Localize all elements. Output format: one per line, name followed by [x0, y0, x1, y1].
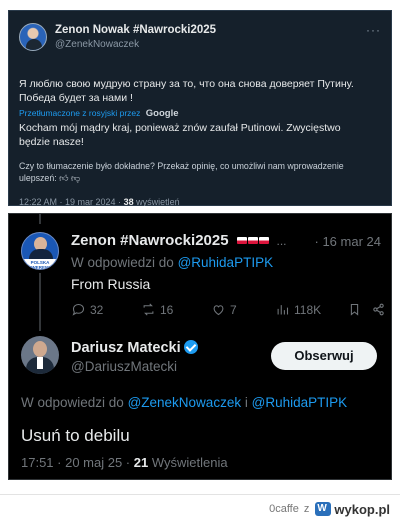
- display-name[interactable]: Dariusz Matecki: [71, 340, 198, 356]
- poland-flag-icon: [248, 237, 259, 245]
- avatar[interactable]: [19, 23, 47, 51]
- mention-link[interactable]: @RuhidaPTIPK: [178, 255, 274, 270]
- avatar-face: [33, 341, 47, 357]
- user-handle[interactable]: @ZenekNowaczek: [55, 39, 139, 50]
- avatar-label: POLSKA SUWERENNA SPRAWA: [22, 259, 58, 269]
- bookmark-button[interactable]: [347, 302, 362, 317]
- thumbs-up-icon[interactable]: 👍︎: [59, 173, 68, 183]
- tweet-text: Usuń to debilu: [21, 426, 130, 445]
- views-label: Wyświetlenia: [151, 455, 228, 470]
- reply-context: W odpowiedzi do @RuhidaPTIPK: [71, 255, 273, 270]
- tweet-header: Zenon #Nawrocki2025 ... · 16 mar 24: [71, 232, 381, 250]
- retweet-button[interactable]: 16: [141, 302, 173, 317]
- display-name-text[interactable]: Dariusz Matecki: [71, 340, 181, 356]
- avatar[interactable]: POLSKA SUWERENNA SPRAWA: [21, 232, 59, 270]
- translation-label[interactable]: Przetłumaczone z rosyjski przez: [19, 108, 140, 118]
- views-button[interactable]: 118K: [275, 302, 321, 317]
- user-handle[interactable]: @DariuszMatecki: [71, 359, 177, 374]
- thumbs-down-icon[interactable]: 👎︎: [71, 173, 80, 183]
- views-count: 21: [133, 455, 149, 470]
- footer-preposition: z: [303, 503, 310, 515]
- avatar[interactable]: [21, 336, 59, 374]
- divider: [8, 206, 392, 213]
- poland-flag-icons: [237, 232, 270, 250]
- display-name[interactable]: Zenon #Nawrocki2025: [71, 232, 229, 249]
- like-count: 7: [230, 302, 237, 317]
- tweet-header: Zenon Nowak #Nawrocki2025 @ZenekNowaczek…: [19, 23, 381, 55]
- display-name[interactable]: Zenon Nowak #Nawrocki2025: [55, 24, 216, 36]
- retweet-count: 16: [160, 302, 174, 317]
- tweet-text-translated: Kocham mój mądry kraj, ponieważ znów zau…: [19, 121, 379, 149]
- reply-prefix: W odpowiedzi do: [21, 395, 124, 410]
- tweet-text-line: Kocham mój mądry kraj, ponieważ znów zau…: [19, 122, 341, 134]
- heart-icon: [213, 305, 224, 316]
- tweet-actions: 32 16 7 118K: [71, 302, 384, 322]
- tweet-text-original: Я люблю свою мудрую страну за то, что он…: [19, 77, 379, 105]
- footer-divider: [0, 494, 400, 495]
- tweet-thread: POLSKA SUWERENNA SPRAWA Zenon #Nawrocki2…: [8, 213, 392, 480]
- follow-button[interactable]: Obserwuj: [271, 342, 377, 370]
- thread-connector: [39, 214, 41, 224]
- tweet-text: From Russia: [71, 276, 151, 292]
- google-logo: Google: [145, 108, 179, 119]
- feedback-text: ulepszeń:: [19, 173, 57, 183]
- name-truncation: ...: [276, 234, 287, 249]
- reply-icon: [72, 303, 85, 316]
- wykop-logo-icon: [315, 502, 332, 516]
- site-brand[interactable]: wykop.pl: [334, 502, 390, 517]
- reply-join: i: [244, 395, 248, 410]
- more-dots-icon[interactable]: ···: [366, 23, 381, 37]
- verified-badge-icon: [183, 340, 198, 354]
- share-button[interactable]: [371, 302, 386, 317]
- mention-link[interactable]: @ZenekNowaczek: [128, 395, 242, 410]
- retweet-icon: [143, 303, 154, 316]
- tweet-meta: 17:51 · 20 maj 25 · 21 Wyświetlenia: [21, 455, 228, 470]
- bookmark-icon: [350, 303, 359, 316]
- reply-context: W odpowiedzi do @ZenekNowaczek i @Ruhida…: [21, 395, 347, 410]
- reply-prefix: W odpowiedzi do: [71, 255, 174, 270]
- share-icon: [373, 303, 384, 316]
- translation-feedback: Czy to tłumaczenie było dokładne? Przeka…: [19, 160, 381, 184]
- poland-flag-icon: [237, 237, 248, 245]
- analytics-icon: [277, 305, 289, 315]
- tweet-text-line: Я люблю свою мудрую страну за то, что он…: [19, 78, 354, 90]
- feedback-text: Czy to tłumaczenie było dokładne? Przeka…: [19, 161, 344, 171]
- like-button[interactable]: 7: [211, 302, 237, 317]
- mention-link[interactable]: @RuhidaPTIPK: [252, 395, 348, 410]
- tweet-date[interactable]: · 16 mar 24: [315, 234, 381, 249]
- tweet-card-translated: Zenon Nowak #Nawrocki2025 @ZenekNowaczek…: [8, 10, 392, 207]
- avatar-shirt: [37, 357, 43, 369]
- tweet-text-line: będzie nasze!: [19, 136, 84, 148]
- source-footer: 0caffe z wykop.pl: [269, 501, 390, 517]
- poland-flag-icon: [259, 237, 270, 245]
- translation-attribution[interactable]: Przetłumaczone z rosyjski przez Google: [19, 108, 179, 119]
- thread-connector: [39, 273, 41, 331]
- views-count: 118K: [294, 302, 322, 317]
- reply-button[interactable]: 32: [71, 302, 103, 317]
- uploader-name[interactable]: 0caffe: [269, 503, 299, 515]
- reply-count: 32: [90, 302, 104, 317]
- tweet-text-line: Победа будет за нами !: [19, 92, 133, 104]
- avatar-body: [29, 249, 53, 259]
- timestamp[interactable]: 17:51 · 20 maj 25 ·: [21, 455, 130, 470]
